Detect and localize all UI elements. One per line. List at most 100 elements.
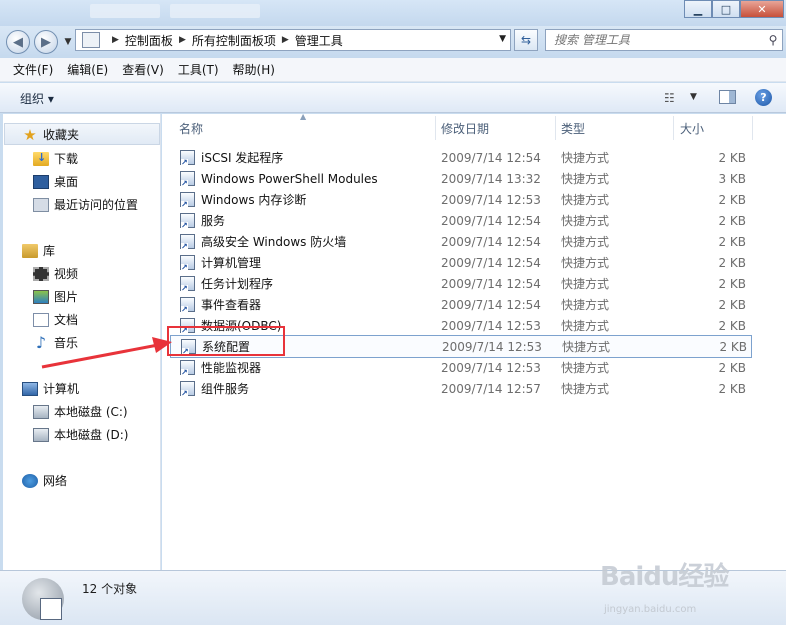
column-date-modified[interactable]: 修改日期: [441, 120, 489, 137]
chevron-right-icon[interactable]: ▶: [282, 35, 289, 45]
nav-item-label: 本地磁盘 (C:): [54, 405, 128, 419]
column-divider[interactable]: [673, 116, 674, 140]
help-icon: ?: [760, 91, 767, 104]
nav-libraries[interactable]: 库: [22, 242, 55, 259]
forward-arrow-icon: ▶: [41, 34, 51, 50]
search-box[interactable]: ⚲: [545, 29, 783, 51]
file-row[interactable]: 事件查看器 2009/7/14 12:54 快捷方式 2 KB: [170, 294, 750, 315]
file-name: 高级安全 Windows 防火墙: [201, 235, 347, 249]
file-row[interactable]: 性能监视器 2009/7/14 12:53 快捷方式 2 KB: [170, 357, 750, 378]
preview-pane-button[interactable]: [719, 90, 736, 104]
shortcut-icon: [180, 381, 195, 398]
file-type: 快捷方式: [561, 382, 610, 396]
file-row[interactable]: Windows 内存诊断 2009/7/14 12:53 快捷方式 2 KB: [170, 189, 750, 210]
nav-computer[interactable]: 计算机: [22, 380, 79, 397]
file-row[interactable]: 计算机管理 2009/7/14 12:54 快捷方式 2 KB: [170, 252, 750, 273]
organize-button[interactable]: 组织 ▾: [20, 90, 54, 107]
file-date: 2009/7/14 12:54: [441, 150, 541, 165]
file-type: 快捷方式: [562, 340, 611, 354]
pictures-icon: [33, 289, 49, 304]
nav-item-videos[interactable]: 视频: [33, 265, 78, 282]
file-date: 2009/7/14 12:53: [441, 318, 541, 333]
search-input[interactable]: [546, 32, 764, 48]
recent-pages-dropdown[interactable]: ▼: [62, 36, 74, 48]
menu-view[interactable]: 查看(V): [115, 61, 171, 78]
nav-item-pictures[interactable]: 图片: [33, 288, 78, 305]
menu-bar: 文件(F) 编辑(E) 查看(V) 工具(T) 帮助(H): [0, 58, 786, 82]
forward-button[interactable]: ▶: [34, 30, 58, 54]
menu-edit[interactable]: 编辑(E): [60, 61, 115, 78]
file-type: 快捷方式: [561, 172, 610, 186]
column-type[interactable]: 类型: [561, 120, 585, 137]
nav-item-label: 最近访问的位置: [54, 198, 139, 212]
menu-file[interactable]: 文件(F): [6, 61, 60, 78]
file-type: 快捷方式: [561, 214, 610, 228]
menu-tools[interactable]: 工具(T): [171, 61, 226, 78]
file-row[interactable]: 组件服务 2009/7/14 12:57 快捷方式 2 KB: [170, 378, 750, 399]
shortcut-icon: [180, 297, 195, 314]
shortcut-icon: [180, 276, 195, 293]
highlight-annotation-box: [167, 326, 285, 356]
back-button[interactable]: ◀: [6, 30, 30, 54]
close-button[interactable]: ✕: [740, 0, 784, 18]
column-divider[interactable]: [435, 116, 436, 140]
maximize-button[interactable]: □: [712, 0, 740, 18]
search-icon[interactable]: ⚲: [764, 33, 782, 47]
help-button[interactable]: ?: [755, 89, 772, 106]
file-size: 2 KB: [718, 234, 746, 249]
chevron-right-icon[interactable]: ▶: [112, 35, 119, 45]
column-divider[interactable]: [555, 116, 556, 140]
file-size: 2 KB: [718, 150, 746, 165]
drive-icon: [33, 404, 49, 419]
breadcrumb-control-panel[interactable]: 控制面板: [125, 32, 173, 49]
nav-item-drive-c[interactable]: 本地磁盘 (C:): [33, 403, 128, 420]
file-row[interactable]: 服务 2009/7/14 12:54 快捷方式 2 KB: [170, 210, 750, 231]
file-type: 快捷方式: [561, 319, 610, 333]
file-type: 快捷方式: [561, 361, 610, 375]
nav-item-drive-d[interactable]: 本地磁盘 (D:): [33, 426, 128, 443]
sort-ascending-icon: ▲: [300, 112, 307, 121]
file-date: 2009/7/14 12:54: [441, 276, 541, 291]
column-name[interactable]: 名称: [179, 120, 203, 137]
file-size: 2 KB: [718, 297, 746, 312]
file-row[interactable]: iSCSI 发起程序 2009/7/14 12:54 快捷方式 2 KB: [170, 147, 750, 168]
nav-libraries-label: 库: [43, 244, 56, 258]
nav-favorites[interactable]: ★ 收藏夹: [22, 126, 79, 143]
admin-tools-icon: [22, 578, 64, 620]
file-row[interactable]: Windows PowerShell Modules 2009/7/14 13:3…: [170, 168, 750, 189]
column-divider[interactable]: [752, 116, 753, 140]
nav-item-desktop[interactable]: 桌面: [33, 173, 78, 190]
change-view-button[interactable]: ☷: [664, 91, 675, 105]
shortcut-icon: [180, 213, 195, 230]
file-name: 任务计划程序: [201, 277, 274, 291]
file-size: 2 KB: [719, 339, 747, 354]
file-row[interactable]: 任务计划程序 2009/7/14 12:54 快捷方式 2 KB: [170, 273, 750, 294]
chevron-right-icon[interactable]: ▶: [179, 35, 186, 45]
address-dropdown-icon[interactable]: ▼: [499, 34, 506, 44]
file-type: 快捷方式: [561, 256, 610, 270]
nav-computer-label: 计算机: [43, 382, 80, 396]
view-list-icon: ☷: [664, 91, 675, 105]
shortcut-icon: [180, 192, 195, 209]
minimize-button[interactable]: ▁: [684, 0, 712, 18]
library-icon: [22, 243, 38, 258]
view-options-dropdown[interactable]: ▼: [690, 92, 697, 102]
refresh-button[interactable]: ⇆: [514, 29, 538, 51]
breadcrumb-all-items[interactable]: 所有控制面板项: [192, 32, 276, 49]
annotation-arrow-icon: [41, 337, 172, 369]
column-size[interactable]: 大小: [680, 120, 704, 137]
breadcrumb-admin-tools[interactable]: 管理工具: [295, 32, 343, 49]
nav-item-downloads[interactable]: 下载: [33, 150, 78, 167]
nav-network-label: 网络: [43, 474, 68, 488]
menu-help[interactable]: 帮助(H): [226, 61, 282, 78]
file-name: 计算机管理: [201, 256, 262, 270]
window-controls: ▁ □ ✕: [684, 0, 784, 18]
file-name: 组件服务: [201, 382, 250, 396]
nav-network[interactable]: 网络: [22, 472, 67, 489]
nav-item-recent-places[interactable]: 最近访问的位置: [33, 196, 138, 213]
address-bar[interactable]: ▶ 控制面板 ▶ 所有控制面板项 ▶ 管理工具 ▼: [75, 29, 511, 51]
file-row[interactable]: 高级安全 Windows 防火墙 2009/7/14 12:54 快捷方式 2 KB: [170, 231, 750, 252]
file-size: 2 KB: [718, 276, 746, 291]
status-item-count: 12 个对象: [82, 582, 138, 596]
nav-item-label: 桌面: [54, 175, 79, 189]
